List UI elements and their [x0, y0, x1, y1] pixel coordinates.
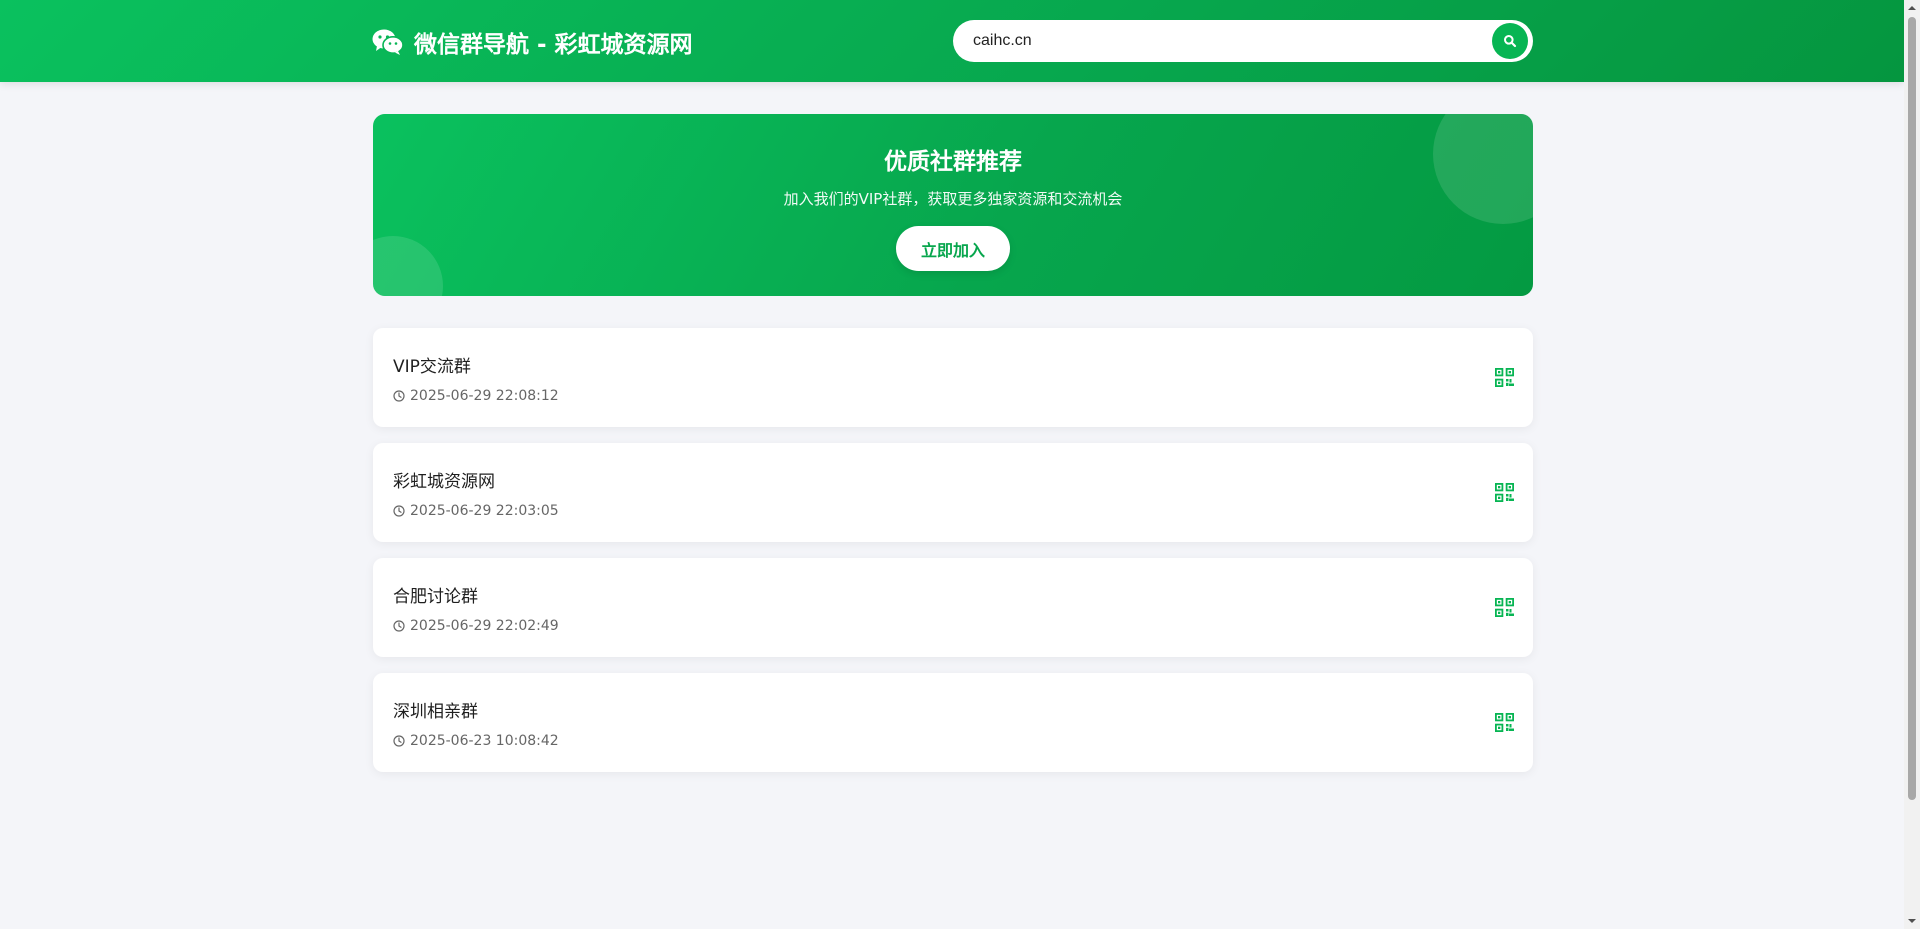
group-time: 2025-06-23 10:08:42: [393, 733, 559, 749]
search-bar: [953, 20, 1533, 62]
group-time-text: 2025-06-29 22:03:05: [410, 503, 559, 519]
group-name: VIP交流群: [393, 357, 471, 377]
clock-icon: [393, 505, 405, 517]
search-input[interactable]: [953, 20, 1492, 62]
vertical-scrollbar[interactable]: [1904, 0, 1920, 929]
clock-icon: [393, 620, 405, 632]
qrcode-icon[interactable]: [1495, 368, 1514, 387]
group-time-text: 2025-06-29 22:02:49: [410, 618, 559, 634]
group-time-text: 2025-06-29 22:08:12: [410, 388, 559, 404]
decorative-circle: [373, 236, 443, 296]
promo-banner: 优质社群推荐 加入我们的VIP社群，获取更多独家资源和交流机会 立即加入: [373, 114, 1533, 296]
group-card[interactable]: 深圳相亲群 2025-06-23 10:08:42: [373, 673, 1533, 772]
group-card[interactable]: VIP交流群 2025-06-29 22:08:12: [373, 328, 1533, 427]
top-header: 微信群导航 - 彩虹城资源网: [0, 0, 1904, 82]
site-title: 微信群导航 - 彩虹城资源网: [414, 32, 693, 58]
banner-subtitle: 加入我们的VIP社群，获取更多独家资源和交流机会: [783, 190, 1123, 208]
scroll-down-arrow-icon[interactable]: [1904, 913, 1920, 929]
banner-title: 优质社群推荐: [884, 149, 1022, 175]
clock-icon: [393, 390, 405, 402]
group-name: 深圳相亲群: [393, 702, 478, 722]
scrollbar-thumb[interactable]: [1908, 17, 1916, 800]
group-card[interactable]: 合肥讨论群 2025-06-29 22:02:49: [373, 558, 1533, 657]
group-name: 合肥讨论群: [393, 587, 478, 607]
group-name: 彩虹城资源网: [393, 472, 495, 492]
join-now-button[interactable]: 立即加入: [896, 226, 1010, 271]
group-card[interactable]: 彩虹城资源网 2025-06-29 22:03:05: [373, 443, 1533, 542]
search-button[interactable]: [1492, 23, 1528, 59]
qrcode-icon[interactable]: [1495, 598, 1514, 617]
clock-icon: [393, 735, 405, 747]
group-time: 2025-06-29 22:03:05: [393, 503, 559, 519]
page: 微信群导航 - 彩虹城资源网 优质社群推荐 加入我们的VIP社群，获取更多独家资…: [0, 0, 1920, 929]
wechat-icon: [372, 29, 404, 55]
site-logo[interactable]: 微信群导航 - 彩虹城资源网: [372, 22, 693, 62]
group-time: 2025-06-29 22:08:12: [393, 388, 559, 404]
qrcode-icon[interactable]: [1495, 713, 1514, 732]
group-time-text: 2025-06-23 10:08:42: [410, 733, 559, 749]
scroll-up-arrow-icon[interactable]: [1904, 0, 1920, 16]
search-icon: [1504, 35, 1517, 48]
qrcode-icon[interactable]: [1495, 483, 1514, 502]
group-time: 2025-06-29 22:02:49: [393, 618, 559, 634]
